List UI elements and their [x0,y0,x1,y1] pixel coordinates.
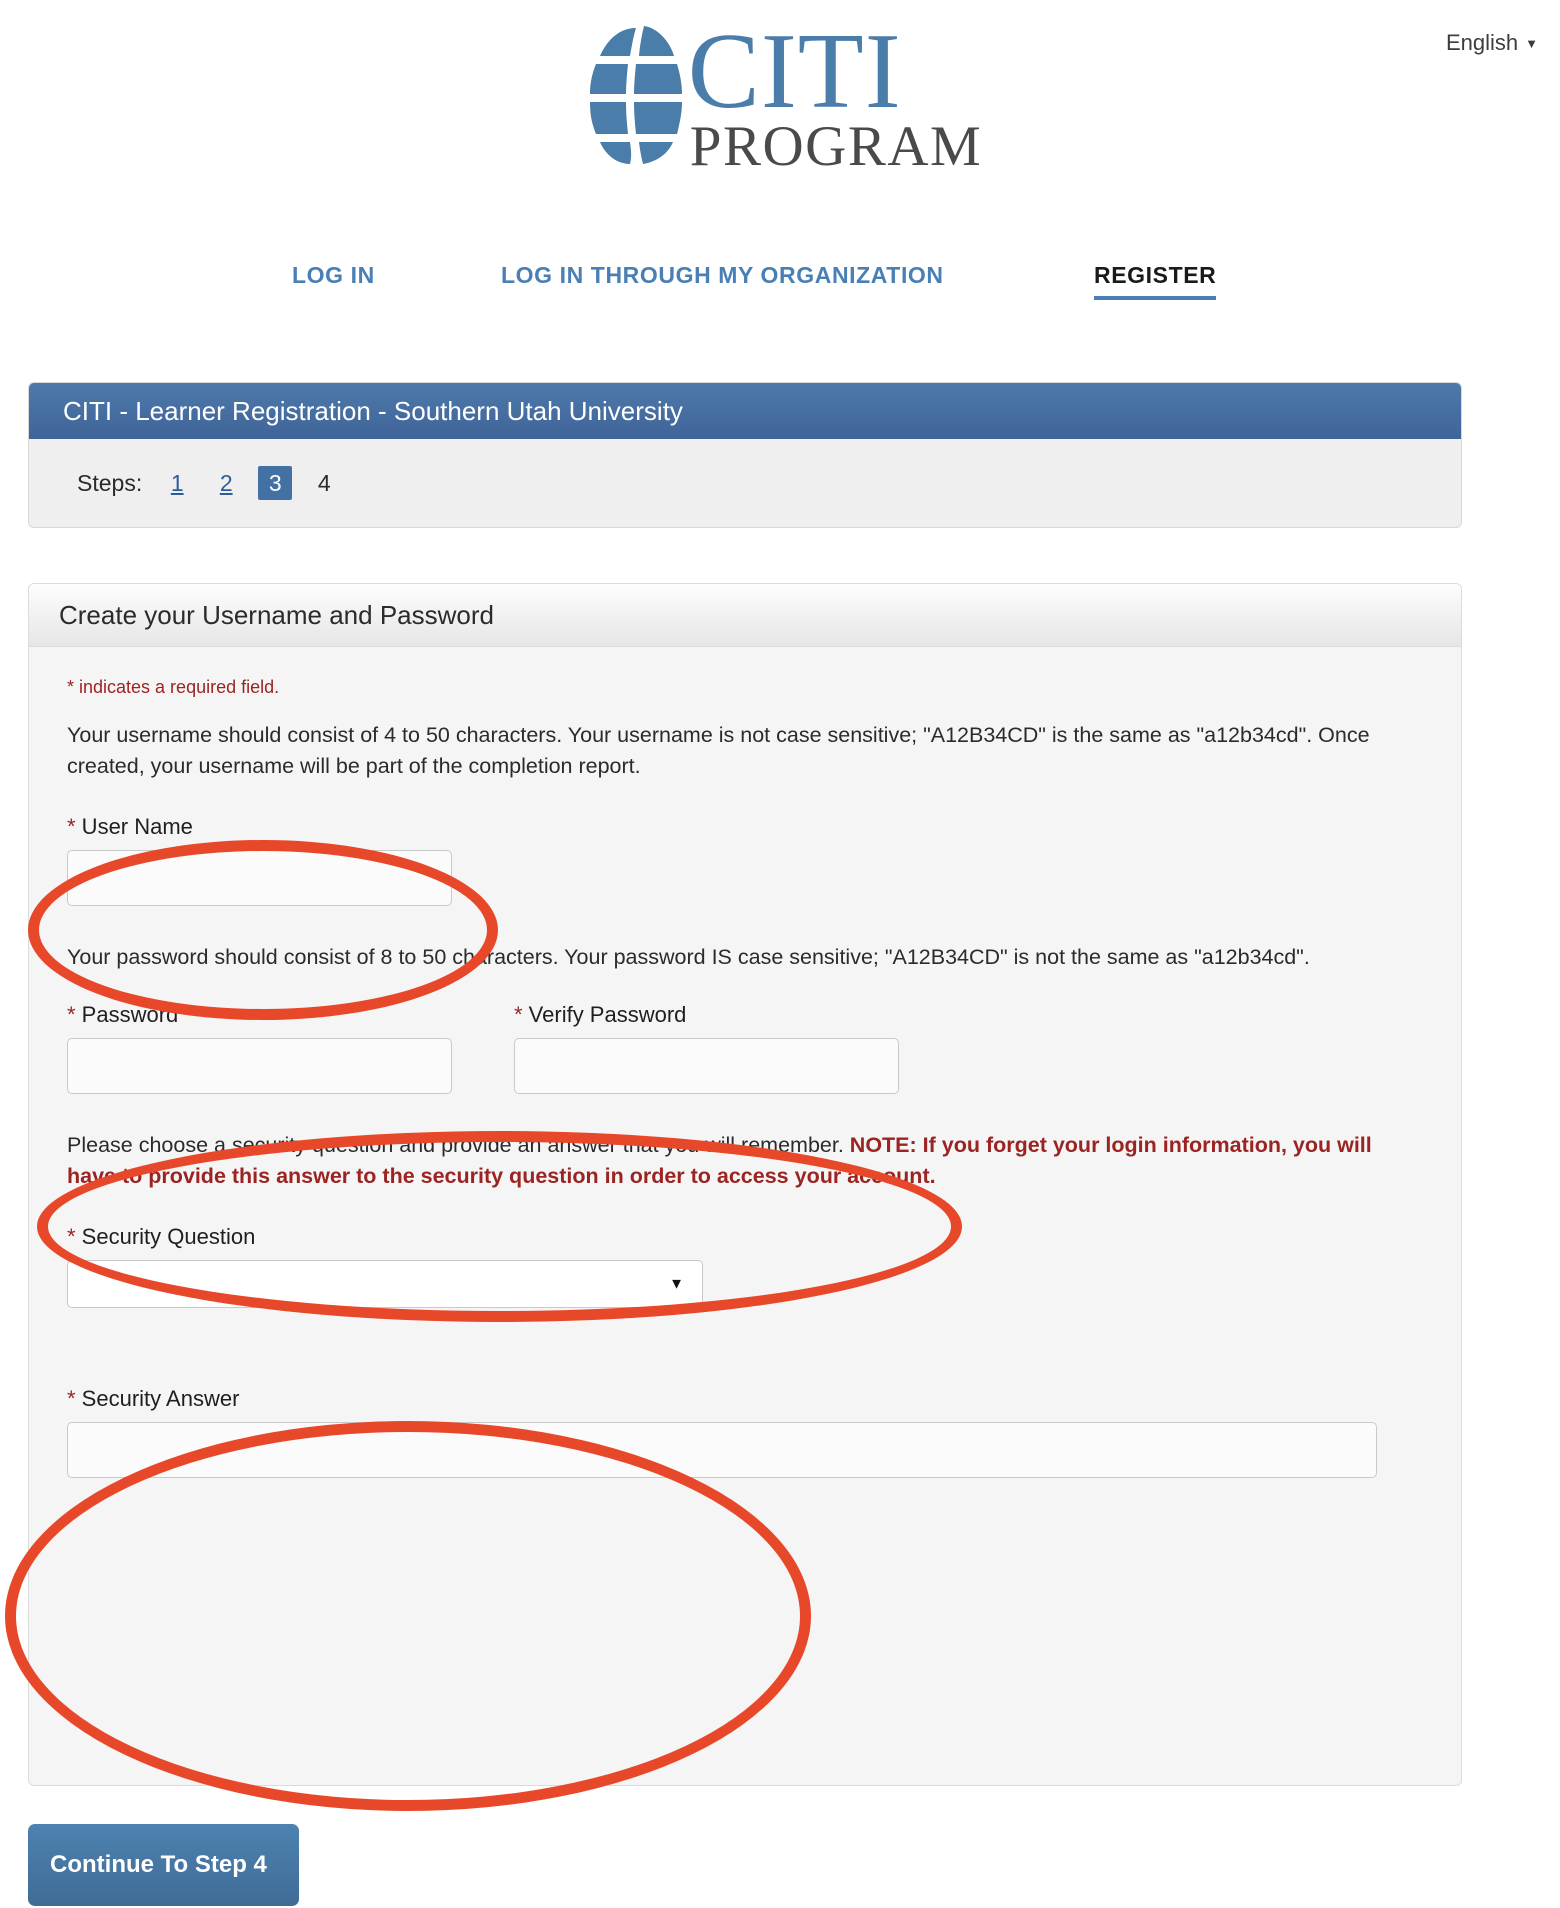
step-4: 4 [317,469,331,496]
username-input[interactable] [67,850,452,907]
verify-password-label-text: Verify Password [522,1001,687,1027]
logo-subbrand-text: PROGRAM [689,115,983,179]
nav-link-login-through-organization[interactable]: LOG IN THROUGH MY ORGANIZATION [501,262,944,289]
security-answer-field-group: * Security Answer [67,1386,1423,1478]
username-field-group: * User Name [67,814,1423,907]
steps-label: Steps: [77,469,143,496]
registration-panel-title: CITI - Learner Registration - Southern U… [29,383,1461,439]
required-asterisk: * [514,1001,523,1027]
continue-to-step-4-button[interactable]: Continue To Step 4 [28,1824,299,1906]
verify-password-input[interactable] [514,1037,899,1094]
required-asterisk: * [67,814,76,840]
registration-steps-panel: CITI - Learner Registration - Southern U… [28,382,1462,528]
password-help-text: Your password should consist of 8 to 50 … [67,945,1310,970]
security-question-label: * Security Question [67,1224,1423,1250]
steps-row: Steps: 1 2 3 4 [29,439,1461,527]
create-username-password-panel: Create your Username and Password * indi… [28,583,1462,1786]
username-help-text: Your username should consist of 4 to 50 … [67,723,1370,779]
step-3-current: 3 [258,466,293,500]
required-field-note: * indicates a required field. [67,677,280,697]
password-label-text: Password [75,1001,179,1027]
password-fields-row: * Password * Verify Password [67,1002,1423,1094]
verify-password-label: * Verify Password [514,1002,899,1028]
nav-link-register[interactable]: REGISTER [1094,262,1217,300]
form-panel-title: Create your Username and Password [29,584,1461,647]
security-answer-input[interactable] [67,1421,1377,1478]
logo-brand-text: CITI [687,12,902,131]
security-answer-label-text: Security Answer [75,1385,240,1411]
username-label: * User Name [67,814,1423,840]
required-asterisk: * [67,1223,76,1249]
site-logo[interactable]: CITI PROGRAM [0,12,1560,182]
security-question-field-group: * Security Question ▼ [67,1224,1423,1308]
caret-down-icon: ▼ [669,1275,684,1293]
password-label: * Password [67,1002,452,1028]
step-1-link[interactable]: 1 [160,466,194,500]
security-answer-label: * Security Answer [67,1386,1423,1412]
step-2-link[interactable]: 2 [209,466,243,500]
verify-password-field-group: * Verify Password [514,1002,899,1094]
globe-icon [578,22,688,172]
security-help-plain: Please choose a security question and pr… [67,1132,850,1157]
security-question-help-text: Please choose a security question and pr… [67,1130,1387,1192]
security-question-label-text: Security Question [75,1223,256,1249]
required-asterisk: * [67,1001,76,1027]
security-question-select[interactable]: ▼ [67,1259,703,1308]
nav-link-login[interactable]: LOG IN [292,262,375,289]
password-input[interactable] [67,1037,452,1094]
password-field-group: * Password [67,1002,452,1094]
username-label-text: User Name [75,814,193,840]
required-asterisk: * [67,1385,76,1411]
main-navigation: LOG IN LOG IN THROUGH MY ORGANIZATION RE… [0,262,1560,304]
